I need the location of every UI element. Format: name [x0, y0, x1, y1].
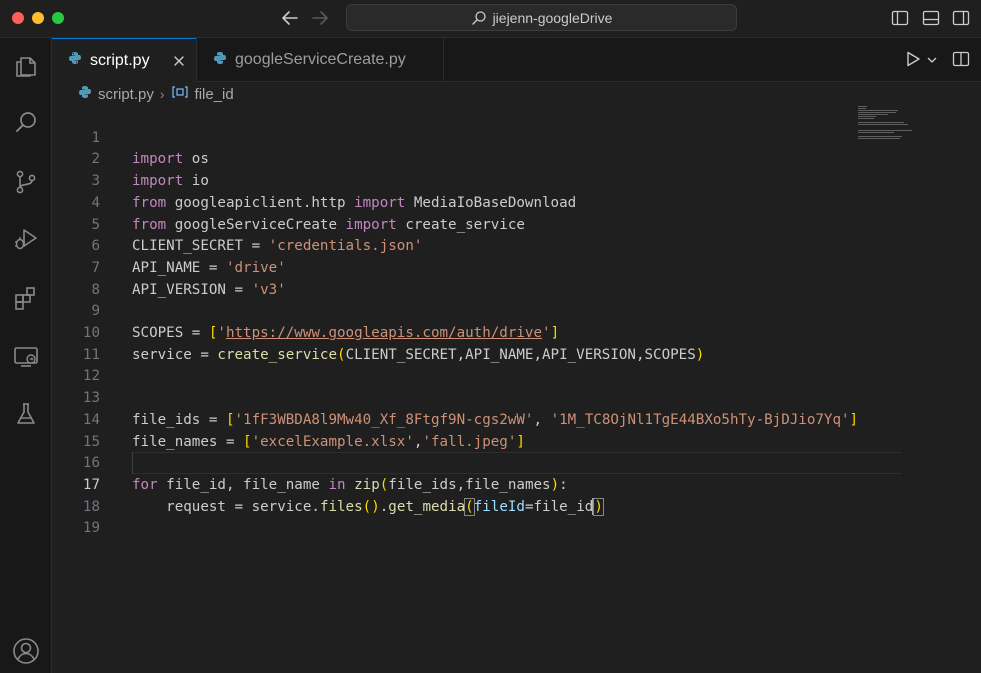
- forward-arrow-icon[interactable]: [308, 7, 332, 29]
- code-line: 5 CLIENT_SECRET = 'credentials.json': [52, 193, 902, 255]
- close-window-button[interactable]: [12, 12, 24, 24]
- source-control-icon[interactable]: [8, 164, 44, 200]
- minimap-line: [858, 114, 888, 115]
- code-line: 7 API_VERSION = 'v3': [52, 236, 902, 298]
- run-python-file-icon[interactable]: [904, 50, 922, 68]
- tab-label: googleServiceCreate.py: [235, 51, 406, 68]
- minimap-line: [858, 110, 898, 111]
- close-icon[interactable]: [171, 53, 187, 69]
- code-line: 16 for file_id, file_name in zip(file_id…: [52, 432, 902, 493]
- toggle-panel-icon[interactable]: [921, 8, 941, 28]
- toggle-primary-sidebar-icon[interactable]: [890, 8, 910, 28]
- tab-label: script.py: [90, 51, 150, 69]
- code-line: 10 service = create_service(CLIENT_SECRE…: [52, 301, 902, 363]
- code-line: 19: [52, 497, 902, 536]
- command-center-label: jiejenn-googleDrive: [492, 9, 613, 26]
- code-editor[interactable]: 1 import os 2 import io 3 from googleapi…: [52, 106, 981, 673]
- minimap-line: [858, 112, 896, 113]
- search-icon: [471, 10, 487, 26]
- accounts-icon[interactable]: [8, 633, 44, 669]
- code-line: 1 import os: [52, 106, 902, 168]
- line-number: 19: [82, 520, 100, 537]
- code-line: 3 from googleapiclient.http import Media…: [52, 149, 902, 211]
- minimap-line: [858, 138, 900, 139]
- minimap-line: [858, 132, 894, 133]
- variable-symbol-icon: [171, 85, 189, 103]
- code-line: 17 request = service.files().get_media(f…: [52, 453, 902, 516]
- minimap-line: [858, 122, 904, 123]
- tab-googleservicecreate-py[interactable]: googleServiceCreate.py: [197, 38, 444, 82]
- minimap-line: [858, 108, 866, 109]
- code-line: 18: [52, 475, 902, 515]
- back-arrow-icon[interactable]: [278, 7, 302, 29]
- minimap-line: [858, 124, 908, 125]
- minimap-line: [858, 118, 874, 119]
- minimap-line: [858, 106, 867, 107]
- tab-script-py[interactable]: script.py: [52, 38, 197, 82]
- chevron-right-icon: ›: [159, 86, 165, 102]
- code-line: 11: [52, 323, 902, 363]
- split-editor-icon[interactable]: [952, 50, 970, 68]
- extensions-icon[interactable]: [8, 280, 44, 316]
- breadcrumb-file[interactable]: script.py: [98, 86, 154, 103]
- code-line: 13 file_ids = ['1fF3WBDA8l9Mw40_Xf_8Ftgf…: [52, 366, 902, 428]
- code-line: 9 SCOPES = ['https://www.googleapis.com/…: [52, 280, 902, 341]
- minimap[interactable]: [858, 106, 918, 146]
- code-line: 8: [52, 258, 902, 298]
- code-line: 2 import io: [52, 128, 902, 189]
- code-line: 6 API_NAME = 'drive': [52, 215, 902, 276]
- minimize-window-button[interactable]: [32, 12, 44, 24]
- maximize-window-button[interactable]: [52, 12, 64, 24]
- editor-tab-bar: script.py googleServiceCreate.py: [52, 38, 981, 82]
- command-center-search[interactable]: jiejenn-googleDrive: [346, 4, 737, 31]
- remote-explorer-icon[interactable]: [8, 338, 44, 374]
- minimap-line: [858, 136, 902, 137]
- python-file-icon: [68, 51, 82, 70]
- chevron-down-icon[interactable]: [926, 53, 938, 65]
- run-debug-icon[interactable]: [8, 221, 44, 257]
- code-line: 4 from googleServiceCreate import create…: [52, 171, 902, 233]
- toggle-secondary-sidebar-icon[interactable]: [951, 8, 971, 28]
- search-icon[interactable]: [8, 105, 44, 141]
- explorer-icon[interactable]: [8, 48, 44, 84]
- python-file-icon: [78, 85, 92, 103]
- title-bar: jiejenn-googleDrive: [0, 0, 981, 38]
- breadcrumb-symbol[interactable]: file_id: [195, 86, 234, 103]
- activity-bar: [0, 38, 52, 673]
- python-file-icon: [213, 51, 227, 70]
- testing-icon[interactable]: [8, 396, 44, 432]
- minimap-line: [858, 130, 912, 131]
- breadcrumb: script.py › file_id: [52, 82, 981, 106]
- code-line: 14 file_names = ['excelExample.xlsx','fa…: [52, 388, 902, 450]
- code-line: 12: [52, 345, 902, 384]
- minimap-line: [858, 116, 876, 117]
- code-line: 15: [52, 410, 902, 450]
